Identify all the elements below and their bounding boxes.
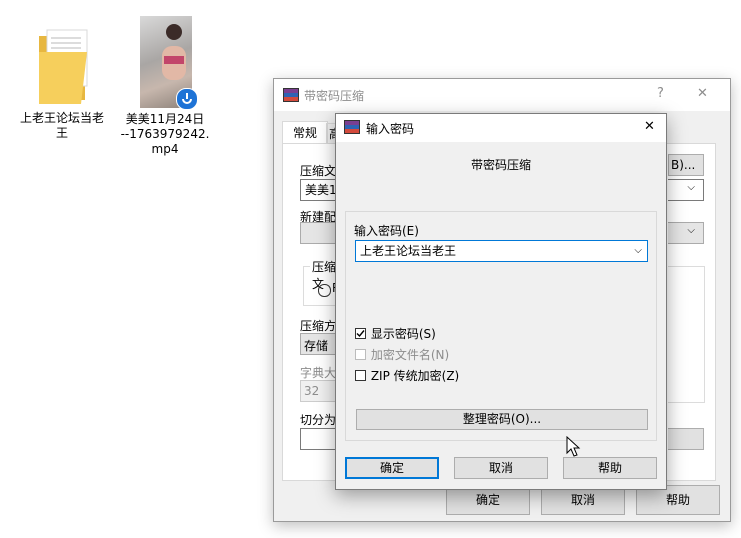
check-icon xyxy=(355,328,366,339)
update-mode-select[interactable] xyxy=(300,222,340,244)
split-field[interactable] xyxy=(300,428,340,450)
method-value: 存储 xyxy=(304,339,329,353)
tab-general[interactable]: 常规 xyxy=(282,121,328,144)
video-label: 美美11月24日 xyxy=(125,112,205,126)
organize-passwords-button[interactable]: 整理密码(O)... xyxy=(356,409,648,430)
chevron-down-icon-3[interactable]: ⌵ xyxy=(634,241,642,261)
folder-label-2: 王 xyxy=(55,126,68,140)
winrar-icon-2 xyxy=(344,120,360,134)
password-help-button[interactable]: 帮助 xyxy=(563,457,657,479)
encrypt-names-label: 加密文件名(N) xyxy=(370,348,450,362)
close-icon[interactable]: ✕ xyxy=(697,86,708,101)
split-label: 切分为 xyxy=(300,413,337,427)
close-icon-2[interactable]: ✕ xyxy=(644,119,655,134)
help-icon[interactable]: ? xyxy=(657,86,664,101)
archive-name-dropdown[interactable]: ⌵ xyxy=(668,179,704,201)
password-input[interactable]: 上老王论坛当老王 ⌵ xyxy=(355,240,648,262)
unchecked-box-icon xyxy=(355,349,366,360)
password-group: 输入密码(E) 上老王论坛当老王 ⌵ 显示密码(S) 加密文件名(N) ZIP … xyxy=(345,211,657,441)
password-value: 上老王论坛当老王 xyxy=(360,244,457,258)
archive-name-label: 压缩文 xyxy=(300,164,337,178)
zip-legacy-checkbox[interactable]: ZIP 传统加密(Z) xyxy=(355,367,459,384)
show-password-checkbox[interactable]: 显示密码(S) xyxy=(355,325,436,342)
media-player-badge-icon xyxy=(176,88,198,110)
desktop-folder-item[interactable]: 上老王论坛当老 王 xyxy=(12,18,112,148)
video-label-3: mp4 xyxy=(151,142,179,156)
parameters-button[interactable] xyxy=(668,428,704,450)
zip-legacy-label: ZIP 传统加密(Z) xyxy=(370,369,460,383)
update-mode-dropdown[interactable]: ⌵ xyxy=(668,222,704,244)
password-dialog-titlebar: 输入密码 ✕ xyxy=(336,114,666,142)
unchecked-box-icon-2 xyxy=(355,370,366,381)
password-cancel-button[interactable]: 取消 xyxy=(454,457,548,479)
video-label-2: --1763979242. xyxy=(120,127,210,141)
dict-size-label: 字典大 xyxy=(300,366,337,380)
archive-name-field[interactable]: 美美1 xyxy=(300,179,340,201)
archive-dialog-titlebar: 带密码压缩 ? ✕ xyxy=(274,79,730,111)
password-dialog-title: 输入密码 xyxy=(366,122,415,136)
folder-icon xyxy=(39,29,88,104)
options-group xyxy=(668,266,705,403)
browse-button[interactable]: B)... xyxy=(668,154,704,176)
password-ok-button[interactable]: 确定 xyxy=(345,457,439,479)
encrypt-names-checkbox: 加密文件名(N) xyxy=(355,346,449,363)
chevron-down-icon: ⌵ xyxy=(687,182,695,193)
dict-size-select[interactable]: 32 xyxy=(300,380,340,402)
method-label: 压缩方 xyxy=(300,319,337,333)
tab-general-label: 常规 xyxy=(292,126,317,140)
archive-dialog-title: 带密码压缩 xyxy=(304,89,365,103)
dict-size-value: 32 xyxy=(304,384,320,398)
password-label: 输入密码(E) xyxy=(354,224,419,238)
desktop-video-item[interactable]: 美美11月24日 --1763979242. mp4 xyxy=(115,14,215,164)
format-radio[interactable] xyxy=(318,284,331,297)
password-dialog-heading: 带密码压缩 xyxy=(470,158,531,172)
password-dialog: 输入密码 ✕ 带密码压缩 输入密码(E) 上老王论坛当老王 ⌵ 显示密码(S) … xyxy=(335,113,667,490)
show-password-label: 显示密码(S) xyxy=(370,327,436,341)
winrar-icon xyxy=(283,88,299,102)
chevron-down-icon-2: ⌵ xyxy=(687,225,695,236)
method-select[interactable]: 存储 xyxy=(300,333,340,355)
mouse-cursor-icon xyxy=(566,436,581,457)
folder-label: 上老王论坛当老 xyxy=(19,111,104,125)
